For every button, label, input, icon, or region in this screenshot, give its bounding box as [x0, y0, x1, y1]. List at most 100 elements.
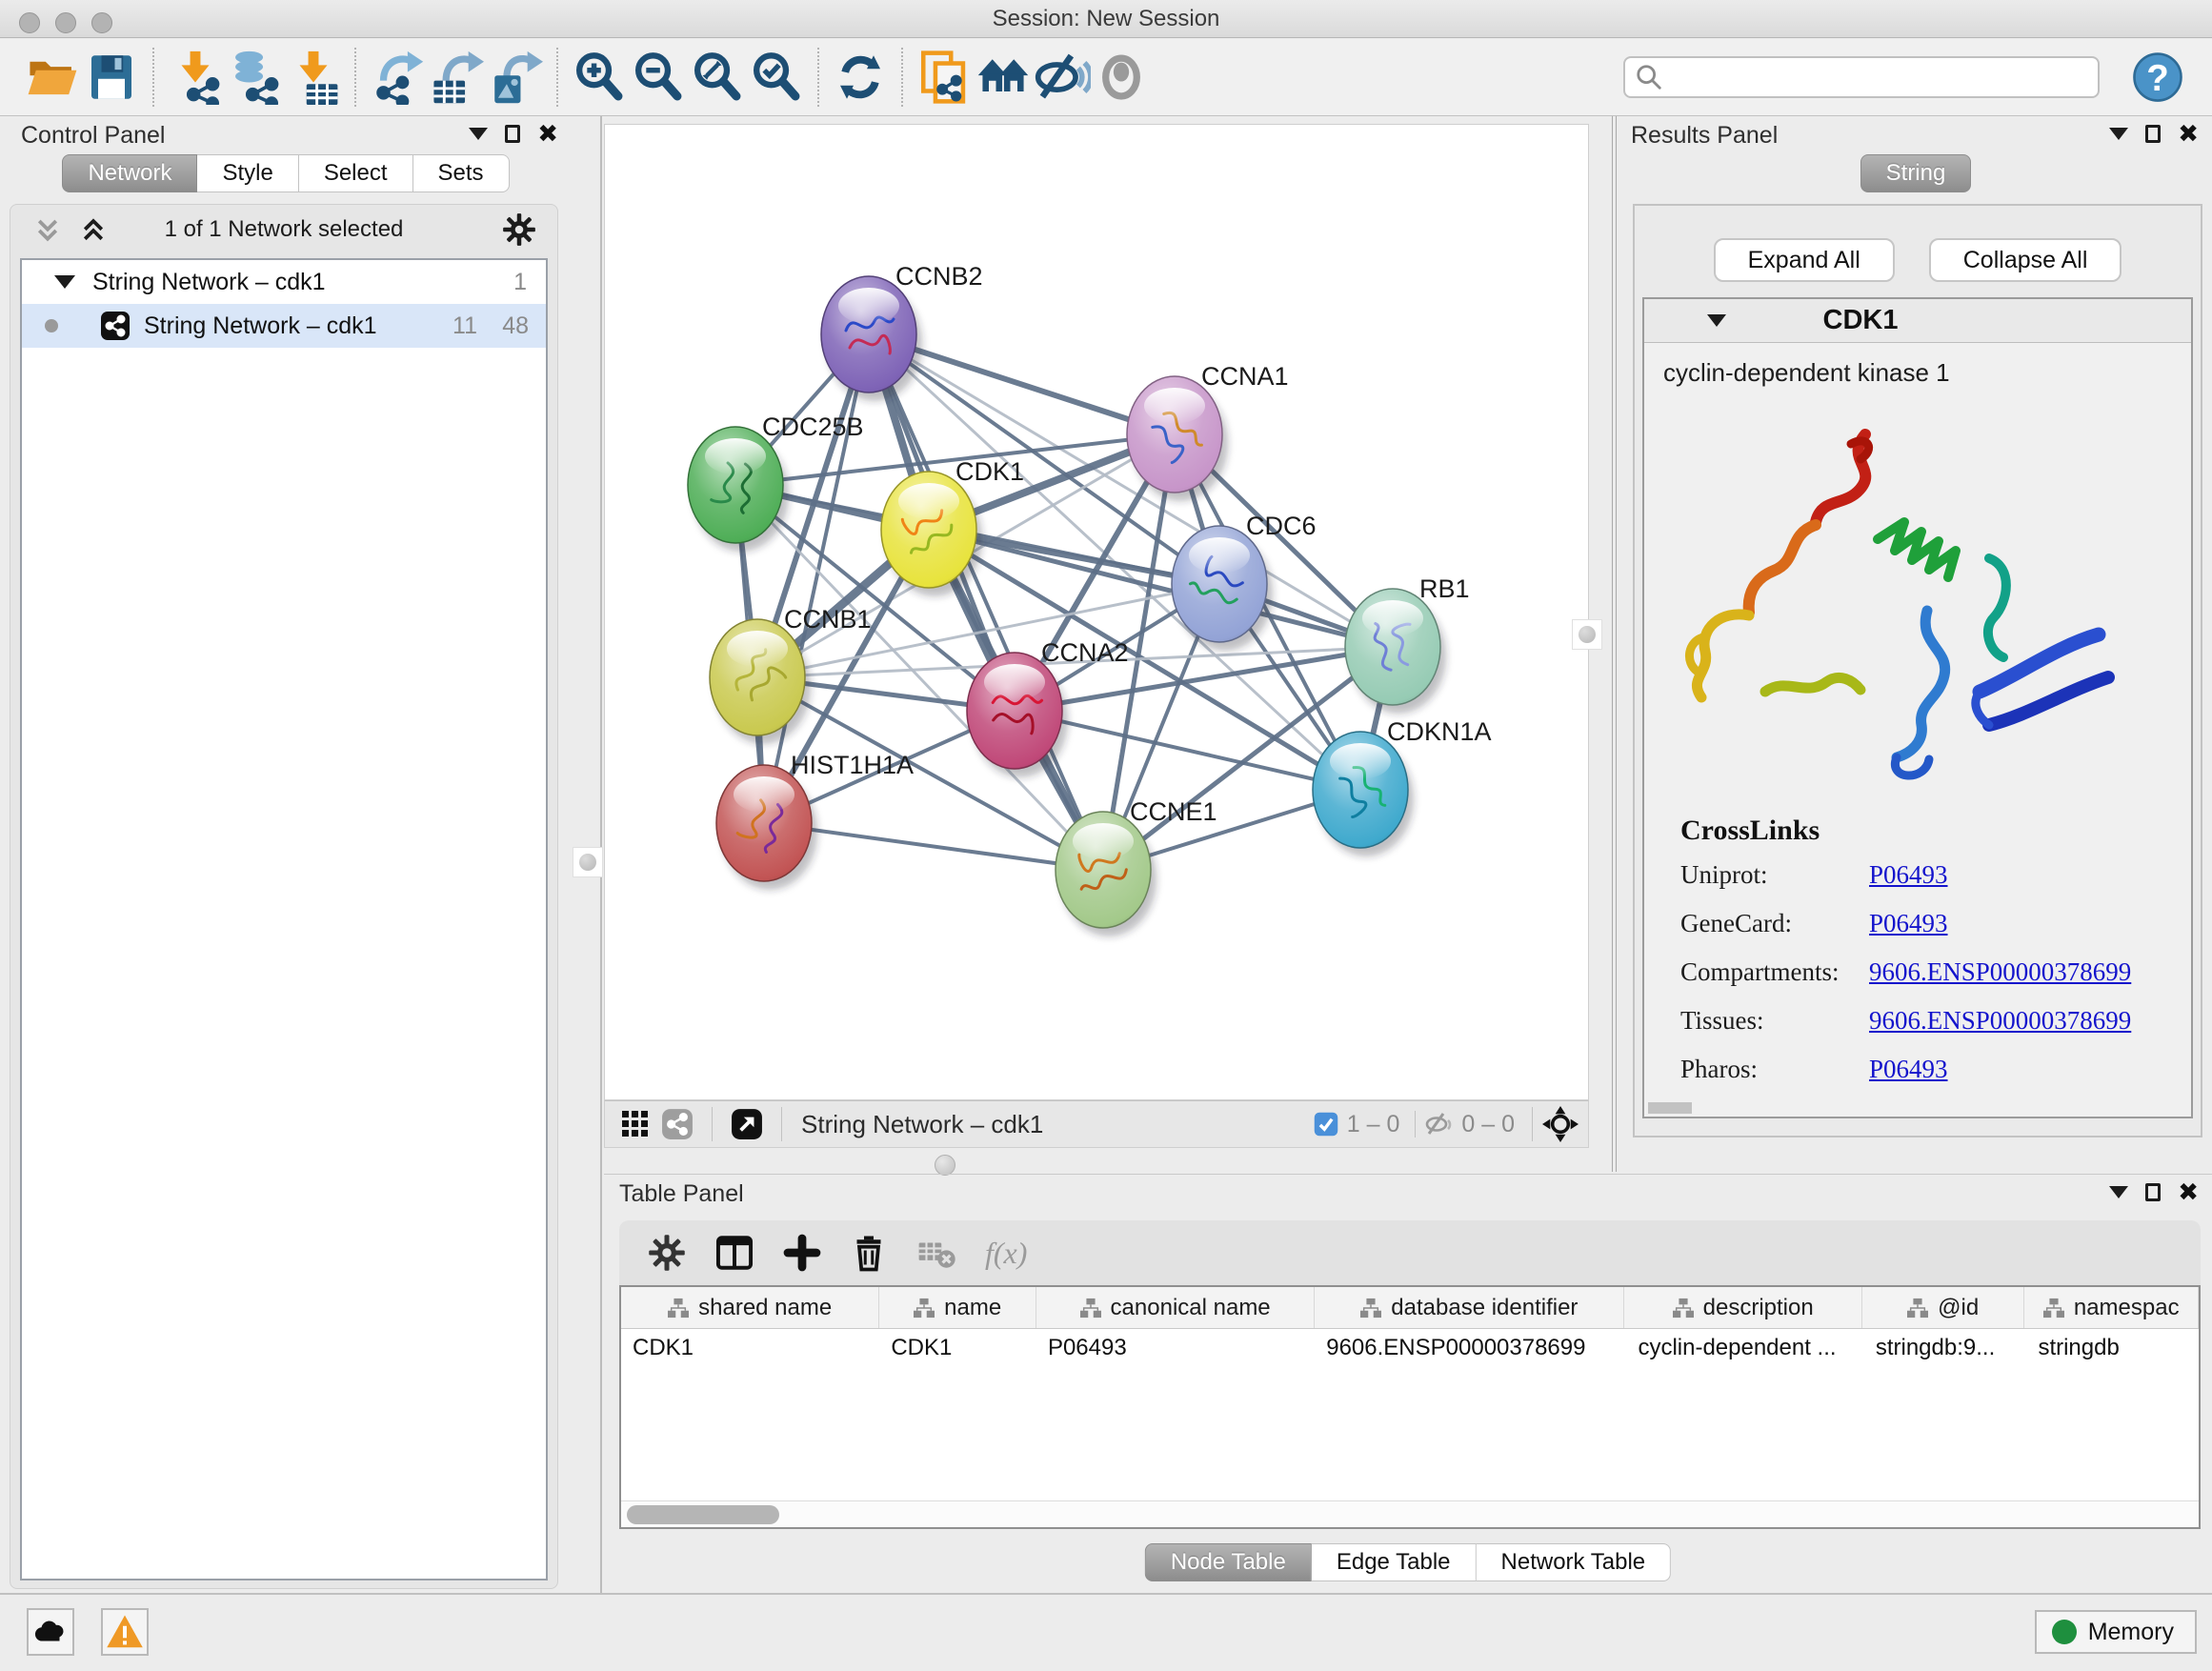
network-collection-row[interactable]: String Network – cdk1 1	[22, 260, 546, 304]
tab-string[interactable]: String	[1860, 154, 1972, 192]
network-node-CDC6[interactable]: CDC6	[1172, 512, 1317, 651]
save-session-icon[interactable]	[82, 46, 141, 109]
zoom-fit-icon[interactable]	[688, 46, 747, 109]
tab-edge-table[interactable]: Edge Table	[1312, 1543, 1477, 1581]
column-header-database-identifier[interactable]: database identifier	[1315, 1287, 1624, 1328]
crosslink-link[interactable]: P06493	[1869, 1055, 1948, 1084]
network-canvas[interactable]: CCNB2CCNA1CDC25BCDK1CDC6RB1CCNB1CCNA2CDK…	[604, 124, 1589, 1100]
open-file-icon[interactable]	[23, 46, 82, 109]
homes-icon[interactable]	[974, 46, 1033, 109]
memory-button[interactable]: Memory	[2035, 1610, 2197, 1654]
network-node-RB1[interactable]: RB1	[1345, 574, 1470, 714]
network-options-gear-icon[interactable]	[502, 212, 536, 247]
column-header--id[interactable]: @id	[1862, 1287, 2025, 1328]
tab-select[interactable]: Select	[299, 154, 413, 192]
network-edge-CCNB2-CCNE1[interactable]	[869, 334, 1103, 870]
network-node-CCNE1[interactable]: CCNE1	[1056, 797, 1217, 936]
crosslink-link[interactable]: 9606.ENSP00000378699	[1869, 957, 2131, 987]
export-image-icon[interactable]	[486, 46, 545, 109]
tab-network-table[interactable]: Network Table	[1477, 1543, 1672, 1581]
panel-close-icon[interactable]: ✖	[2178, 1182, 2199, 1201]
column-header-name[interactable]: name	[879, 1287, 1036, 1328]
panel-close-icon[interactable]: ✖	[537, 124, 558, 143]
column-header-shared-name[interactable]: shared name	[621, 1287, 879, 1328]
panel-close-icon[interactable]: ✖	[2178, 124, 2199, 143]
import-network-from-database-icon[interactable]	[225, 46, 284, 109]
network-node-CCNA2[interactable]: CCNA2	[967, 638, 1129, 777]
panel-menu-icon[interactable]	[469, 128, 488, 140]
table-cell[interactable]: cyclin-dependent ...	[1624, 1329, 1861, 1369]
horizontal-splitter-handle[interactable]	[935, 1155, 955, 1176]
expand-all-button[interactable]: Expand All	[1714, 238, 1895, 282]
panel-menu-icon[interactable]	[2109, 1186, 2128, 1198]
table-row[interactable]: CDK1CDK1P064939606.ENSP00000378699cyclin…	[621, 1329, 2199, 1369]
import-table-icon[interactable]	[284, 46, 343, 109]
refresh-icon[interactable]	[831, 46, 890, 109]
collection-expand-icon[interactable]	[54, 275, 75, 289]
crosslink-link[interactable]: 9606.ENSP00000378699	[1869, 1006, 2131, 1036]
cloud-button[interactable]	[27, 1608, 74, 1656]
crosslink-link[interactable]: P06493	[1869, 860, 1948, 890]
selected-checkbox-icon[interactable]	[1313, 1111, 1339, 1137]
crosslink-link[interactable]: P06493	[1869, 909, 1948, 938]
column-header-description[interactable]: description	[1624, 1287, 1861, 1328]
results-scrollbar-thumb[interactable]	[1648, 1102, 1692, 1114]
search-input[interactable]	[1663, 64, 2073, 91]
tab-node-table[interactable]: Node Table	[1145, 1543, 1312, 1581]
import-network-icon[interactable]	[166, 46, 225, 109]
table-cell[interactable]: stringdb	[2024, 1329, 2199, 1369]
table-cell[interactable]: CDK1	[621, 1329, 879, 1369]
table-cell[interactable]: 9606.ENSP00000378699	[1315, 1329, 1624, 1369]
help-icon[interactable]: ?	[2128, 46, 2187, 109]
function-builder-icon[interactable]: f(x)	[985, 1236, 1027, 1271]
add-column-icon[interactable]	[783, 1234, 821, 1272]
export-network-icon[interactable]	[368, 46, 427, 109]
network-row[interactable]: String Network – cdk1 11 48	[22, 304, 546, 348]
tab-style[interactable]: Style	[197, 154, 298, 192]
panel-float-icon[interactable]	[2145, 1183, 2161, 1201]
table-cell[interactable]: stringdb:9...	[1862, 1329, 2025, 1369]
right-splitter-handle[interactable]	[1572, 619, 1602, 650]
fit-selected-crosshair-icon[interactable]	[1542, 1106, 1579, 1142]
network-node-CCNB2[interactable]: CCNB2	[821, 262, 983, 401]
table-cell[interactable]: P06493	[1036, 1329, 1315, 1369]
show-columns-icon[interactable]	[714, 1233, 754, 1273]
search-field[interactable]	[1623, 56, 2100, 98]
network-node-CCNA1[interactable]: CCNA1	[1127, 362, 1289, 501]
warning-button[interactable]	[101, 1608, 149, 1656]
cloud-icon	[32, 1614, 69, 1650]
table-hscrollbar-thumb[interactable]	[627, 1505, 779, 1524]
open-in-window-icon[interactable]	[726, 1105, 768, 1143]
document-share-icon[interactable]	[915, 46, 974, 109]
table-hscrollbar[interactable]	[621, 1500, 2199, 1527]
crosslink-row: Pharos:P06493	[1680, 1055, 2191, 1084]
left-splitter-handle[interactable]	[573, 847, 603, 877]
column-header-canonical-name[interactable]: canonical name	[1036, 1287, 1315, 1328]
collapse-all-button[interactable]: Collapse All	[1929, 238, 2122, 282]
panel-menu-icon[interactable]	[2109, 128, 2128, 140]
zoom-out-icon[interactable]	[629, 46, 688, 109]
network-node-CDKN1A[interactable]: CDKN1A	[1313, 717, 1492, 856]
right-panel-divider[interactable]	[1612, 116, 1613, 1172]
export-table-icon[interactable]	[427, 46, 486, 109]
hide-eye-icon[interactable]	[1033, 46, 1092, 109]
table-options-gear-icon[interactable]	[648, 1234, 686, 1272]
zoom-in-icon[interactable]	[570, 46, 629, 109]
birdseye-share-icon[interactable]	[656, 1105, 698, 1143]
table-cell[interactable]: CDK1	[879, 1329, 1036, 1369]
column-header-namespac[interactable]: namespac	[2024, 1287, 2199, 1328]
hidden-eye-slash-icon[interactable]	[1423, 1109, 1454, 1139]
delete-column-icon[interactable]	[850, 1234, 888, 1272]
show-grid-icon[interactable]	[614, 1105, 656, 1143]
zoom-selected-icon[interactable]	[747, 46, 806, 109]
node-section-header[interactable]: CDK1	[1644, 299, 2191, 343]
tab-network[interactable]: Network	[62, 154, 197, 192]
node-label-CCNE1: CCNE1	[1130, 797, 1217, 826]
eye-icon[interactable]	[1092, 46, 1151, 109]
tab-sets[interactable]: Sets	[413, 154, 510, 192]
application-window: Session: New Session	[0, 0, 2212, 1671]
delete-table-icon[interactable]	[916, 1233, 956, 1273]
panel-float-icon[interactable]	[2145, 125, 2161, 143]
panel-float-icon[interactable]	[505, 125, 520, 143]
network-node-HIST1H1A[interactable]: HIST1H1A	[716, 751, 914, 890]
